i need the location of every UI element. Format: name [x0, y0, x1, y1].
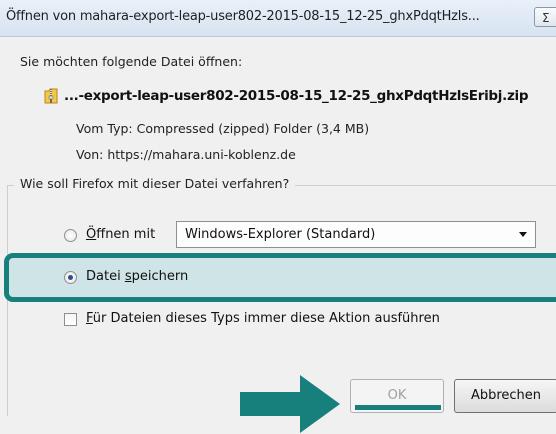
- remember-label-accel: F: [86, 311, 93, 326]
- zip-folder-icon: [44, 88, 58, 104]
- type-row: Vom Typ: Compressed (zipped) Folder (3,4…: [76, 121, 369, 136]
- source-label: Von:: [76, 147, 104, 162]
- save-file-label-post: peichern: [131, 269, 189, 284]
- type-label: Vom Typ:: [76, 121, 133, 136]
- dialog-body: Sie möchten folgende Datei öffnen: ...-e…: [0, 37, 556, 434]
- application-select-value: Windows-Explorer (Standard): [185, 227, 376, 242]
- open-with-radio[interactable]: [64, 229, 77, 242]
- open-with-label[interactable]: Öffnen mit: [86, 227, 155, 242]
- save-file-label-pre: Datei: [86, 269, 125, 284]
- arrow-right-icon: [240, 375, 340, 433]
- save-file-label-accel: s: [124, 269, 132, 284]
- action-group-legend: Wie soll Firefox mit dieser Datei verfah…: [14, 176, 296, 191]
- chevron-down-icon[interactable]: [519, 232, 527, 237]
- ok-highlight-bar: [355, 405, 441, 410]
- file-name: ...-export-leap-user802-2015-08-15_12-25…: [64, 88, 529, 104]
- source-value: https://mahara.uni-koblenz.de: [107, 147, 296, 162]
- save-file-radio[interactable]: [64, 271, 77, 284]
- application-select[interactable]: Windows-Explorer (Standard): [176, 221, 536, 248]
- ok-button-label: OK: [387, 388, 407, 403]
- cancel-button[interactable]: Abbrechen: [454, 379, 556, 413]
- remember-label[interactable]: Für Dateien dieses Typs immer diese Akti…: [86, 311, 440, 326]
- close-button[interactable]: Σ: [534, 7, 556, 27]
- open-with-label-accel: Ö: [86, 227, 97, 242]
- source-row: Von: https://mahara.uni-koblenz.de: [76, 147, 296, 162]
- save-file-label[interactable]: Datei speichern: [86, 269, 188, 284]
- remember-label-post: ür Dateien dieses Typs immer diese Aktio…: [92, 311, 440, 326]
- type-value: Compressed (zipped) Folder (3,4 MB): [136, 121, 370, 136]
- remember-checkbox[interactable]: [64, 313, 77, 326]
- download-dialog: Öffnen von mahara-export-leap-user802-20…: [0, 0, 556, 434]
- radio-selected-dot: [68, 275, 73, 280]
- ok-button[interactable]: OK: [350, 379, 444, 413]
- open-prompt: Sie möchten folgende Datei öffnen:: [20, 54, 243, 69]
- title-bar[interactable]: Öffnen von mahara-export-leap-user802-20…: [0, 0, 556, 37]
- open-with-label-post: ffnen mit: [96, 227, 156, 242]
- dialog-title: Öffnen von mahara-export-leap-user802-20…: [6, 9, 480, 24]
